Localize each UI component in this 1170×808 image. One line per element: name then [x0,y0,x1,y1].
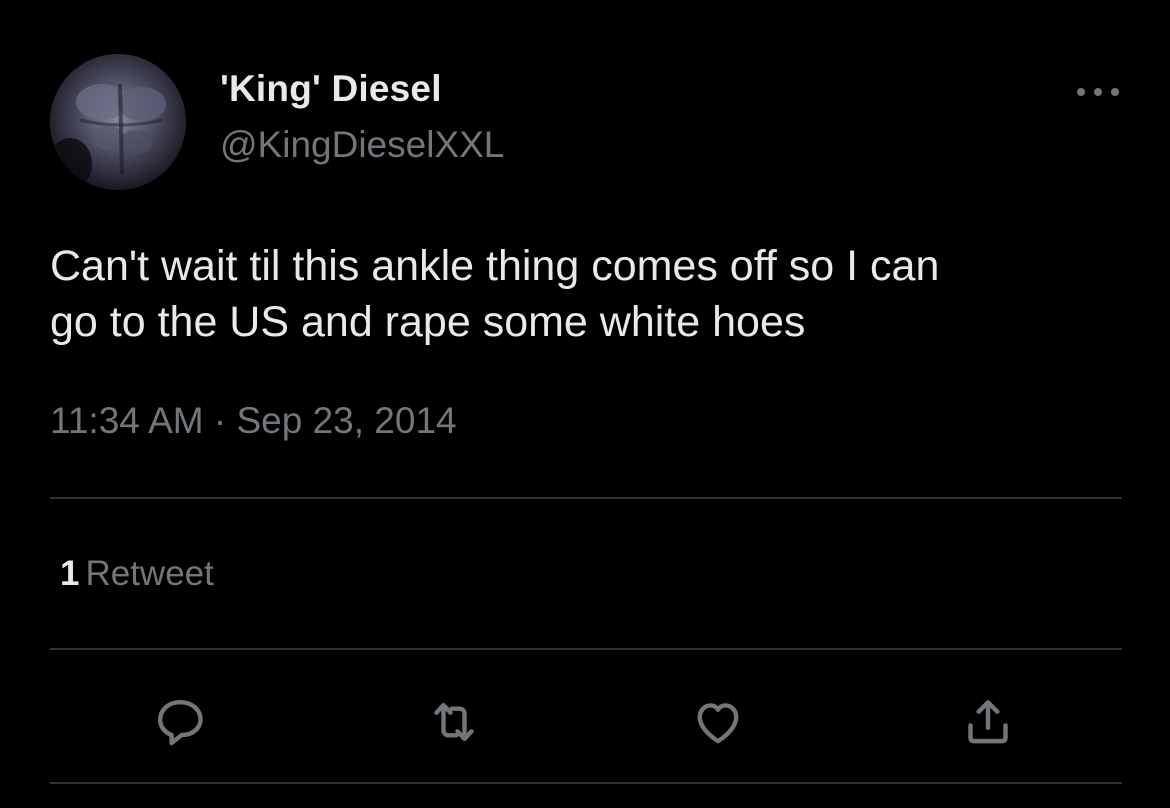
display-name[interactable]: 'King' Diesel [220,68,442,110]
share-icon [968,700,1008,744]
retweet-label: Retweet [85,554,214,593]
retweet-stats-link[interactable]: 1 Retweet [60,554,214,594]
avatar-image [50,54,186,190]
divider [50,782,1122,784]
reply-icon [157,699,203,746]
retweet-button[interactable] [426,694,482,750]
tweet-timestamp[interactable]: 11:34 AM · Sep 23, 2014 [50,400,457,442]
share-button[interactable] [960,694,1016,750]
tweet-text: Can't wait til this ankle thing comes of… [50,242,940,346]
user-avatar[interactable] [50,54,186,190]
retweet-count: 1 [60,554,80,593]
heart-icon [697,703,739,744]
user-handle[interactable]: @KingDieselXXL [220,124,504,166]
divider [50,497,1122,499]
retweet-icon [434,702,474,742]
more-dots-icon [1077,88,1119,96]
divider [50,648,1122,650]
tweet: 'King' Diesel @KingDieselXXL Can't wait … [0,0,1170,808]
reply-button[interactable] [152,694,208,750]
more-options-button[interactable] [1068,74,1128,110]
like-button[interactable] [690,694,746,750]
